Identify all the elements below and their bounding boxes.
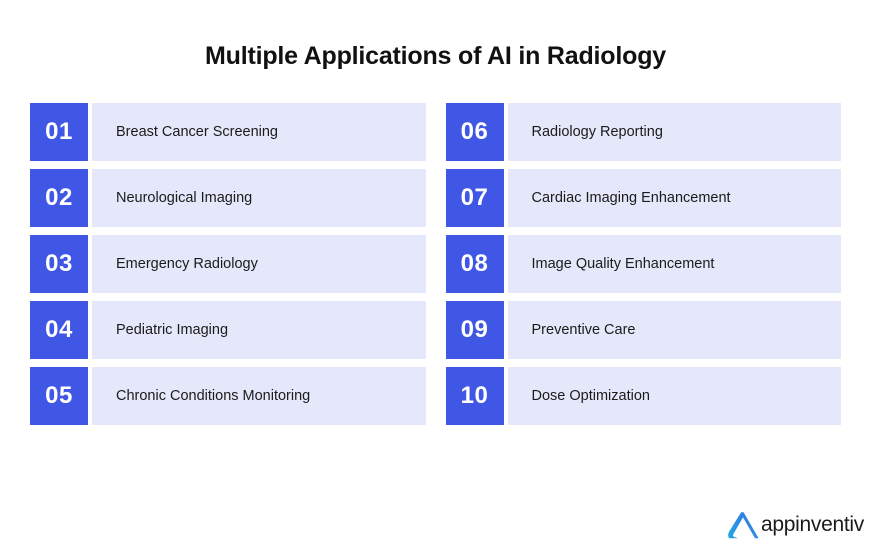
applications-list: 01 Breast Cancer Screening 02 Neurologic… (30, 103, 841, 425)
item-number-badge: 09 (445, 301, 504, 359)
list-item[interactable]: 09 Preventive Care (445, 301, 841, 359)
item-label: Breast Cancer Screening (116, 124, 278, 140)
item-panel: Pediatric Imaging (92, 301, 426, 359)
list-item[interactable]: 06 Radiology Reporting (445, 103, 841, 161)
item-number-badge: 10 (445, 367, 504, 425)
item-panel: Chronic Conditions Monitoring (92, 367, 426, 425)
list-item[interactable]: 10 Dose Optimization (445, 367, 841, 425)
item-panel: Radiology Reporting (507, 103, 841, 161)
item-number-badge: 06 (445, 103, 504, 161)
item-number-badge: 02 (30, 169, 88, 227)
item-panel: Preventive Care (507, 301, 841, 359)
item-panel: Emergency Radiology (92, 235, 426, 293)
appinventiv-logo[interactable]: appinventiv (727, 508, 864, 542)
item-label: Dose Optimization (531, 388, 650, 404)
item-label: Chronic Conditions Monitoring (116, 388, 311, 404)
item-label: Emergency Radiology (116, 256, 258, 272)
appinventiv-chevron-a-icon (728, 512, 759, 539)
item-number-badge: 01 (30, 103, 88, 161)
infographic-canvas: Multiple Applications of AI in Radiology… (0, 0, 871, 551)
item-number-badge: 03 (30, 235, 88, 293)
item-label: Preventive Care (531, 322, 636, 338)
list-item[interactable]: 04 Pediatric Imaging (30, 301, 426, 359)
item-panel: Neurological Imaging (92, 169, 426, 227)
item-panel: Dose Optimization (507, 367, 841, 425)
page-title: Multiple Applications of AI in Radiology (205, 42, 666, 70)
item-panel: Image Quality Enhancement (507, 235, 841, 293)
item-panel: Breast Cancer Screening (92, 103, 426, 161)
item-number-badge: 08 (445, 235, 504, 293)
list-item[interactable]: 01 Breast Cancer Screening (30, 103, 426, 161)
list-item[interactable]: 02 Neurological Imaging (30, 169, 426, 227)
list-item[interactable]: 03 Emergency Radiology (30, 235, 426, 293)
item-number-badge: 05 (30, 367, 88, 425)
left-column: 01 Breast Cancer Screening 02 Neurologic… (30, 103, 426, 425)
list-item[interactable]: 08 Image Quality Enhancement (445, 235, 841, 293)
logo-wordmark: appinventiv (761, 513, 864, 536)
list-item[interactable]: 05 Chronic Conditions Monitoring (30, 367, 426, 425)
item-number-badge: 04 (30, 301, 88, 359)
item-label: Cardiac Imaging Enhancement (531, 190, 731, 206)
item-number-badge: 07 (445, 169, 504, 227)
item-label: Radiology Reporting (531, 124, 663, 140)
right-column: 06 Radiology Reporting 07 Cardiac Imagin… (445, 103, 841, 425)
item-label: Neurological Imaging (116, 190, 253, 206)
item-panel: Cardiac Imaging Enhancement (507, 169, 841, 227)
item-label: Pediatric Imaging (116, 322, 229, 338)
list-item[interactable]: 07 Cardiac Imaging Enhancement (445, 169, 841, 227)
item-label: Image Quality Enhancement (531, 256, 715, 272)
